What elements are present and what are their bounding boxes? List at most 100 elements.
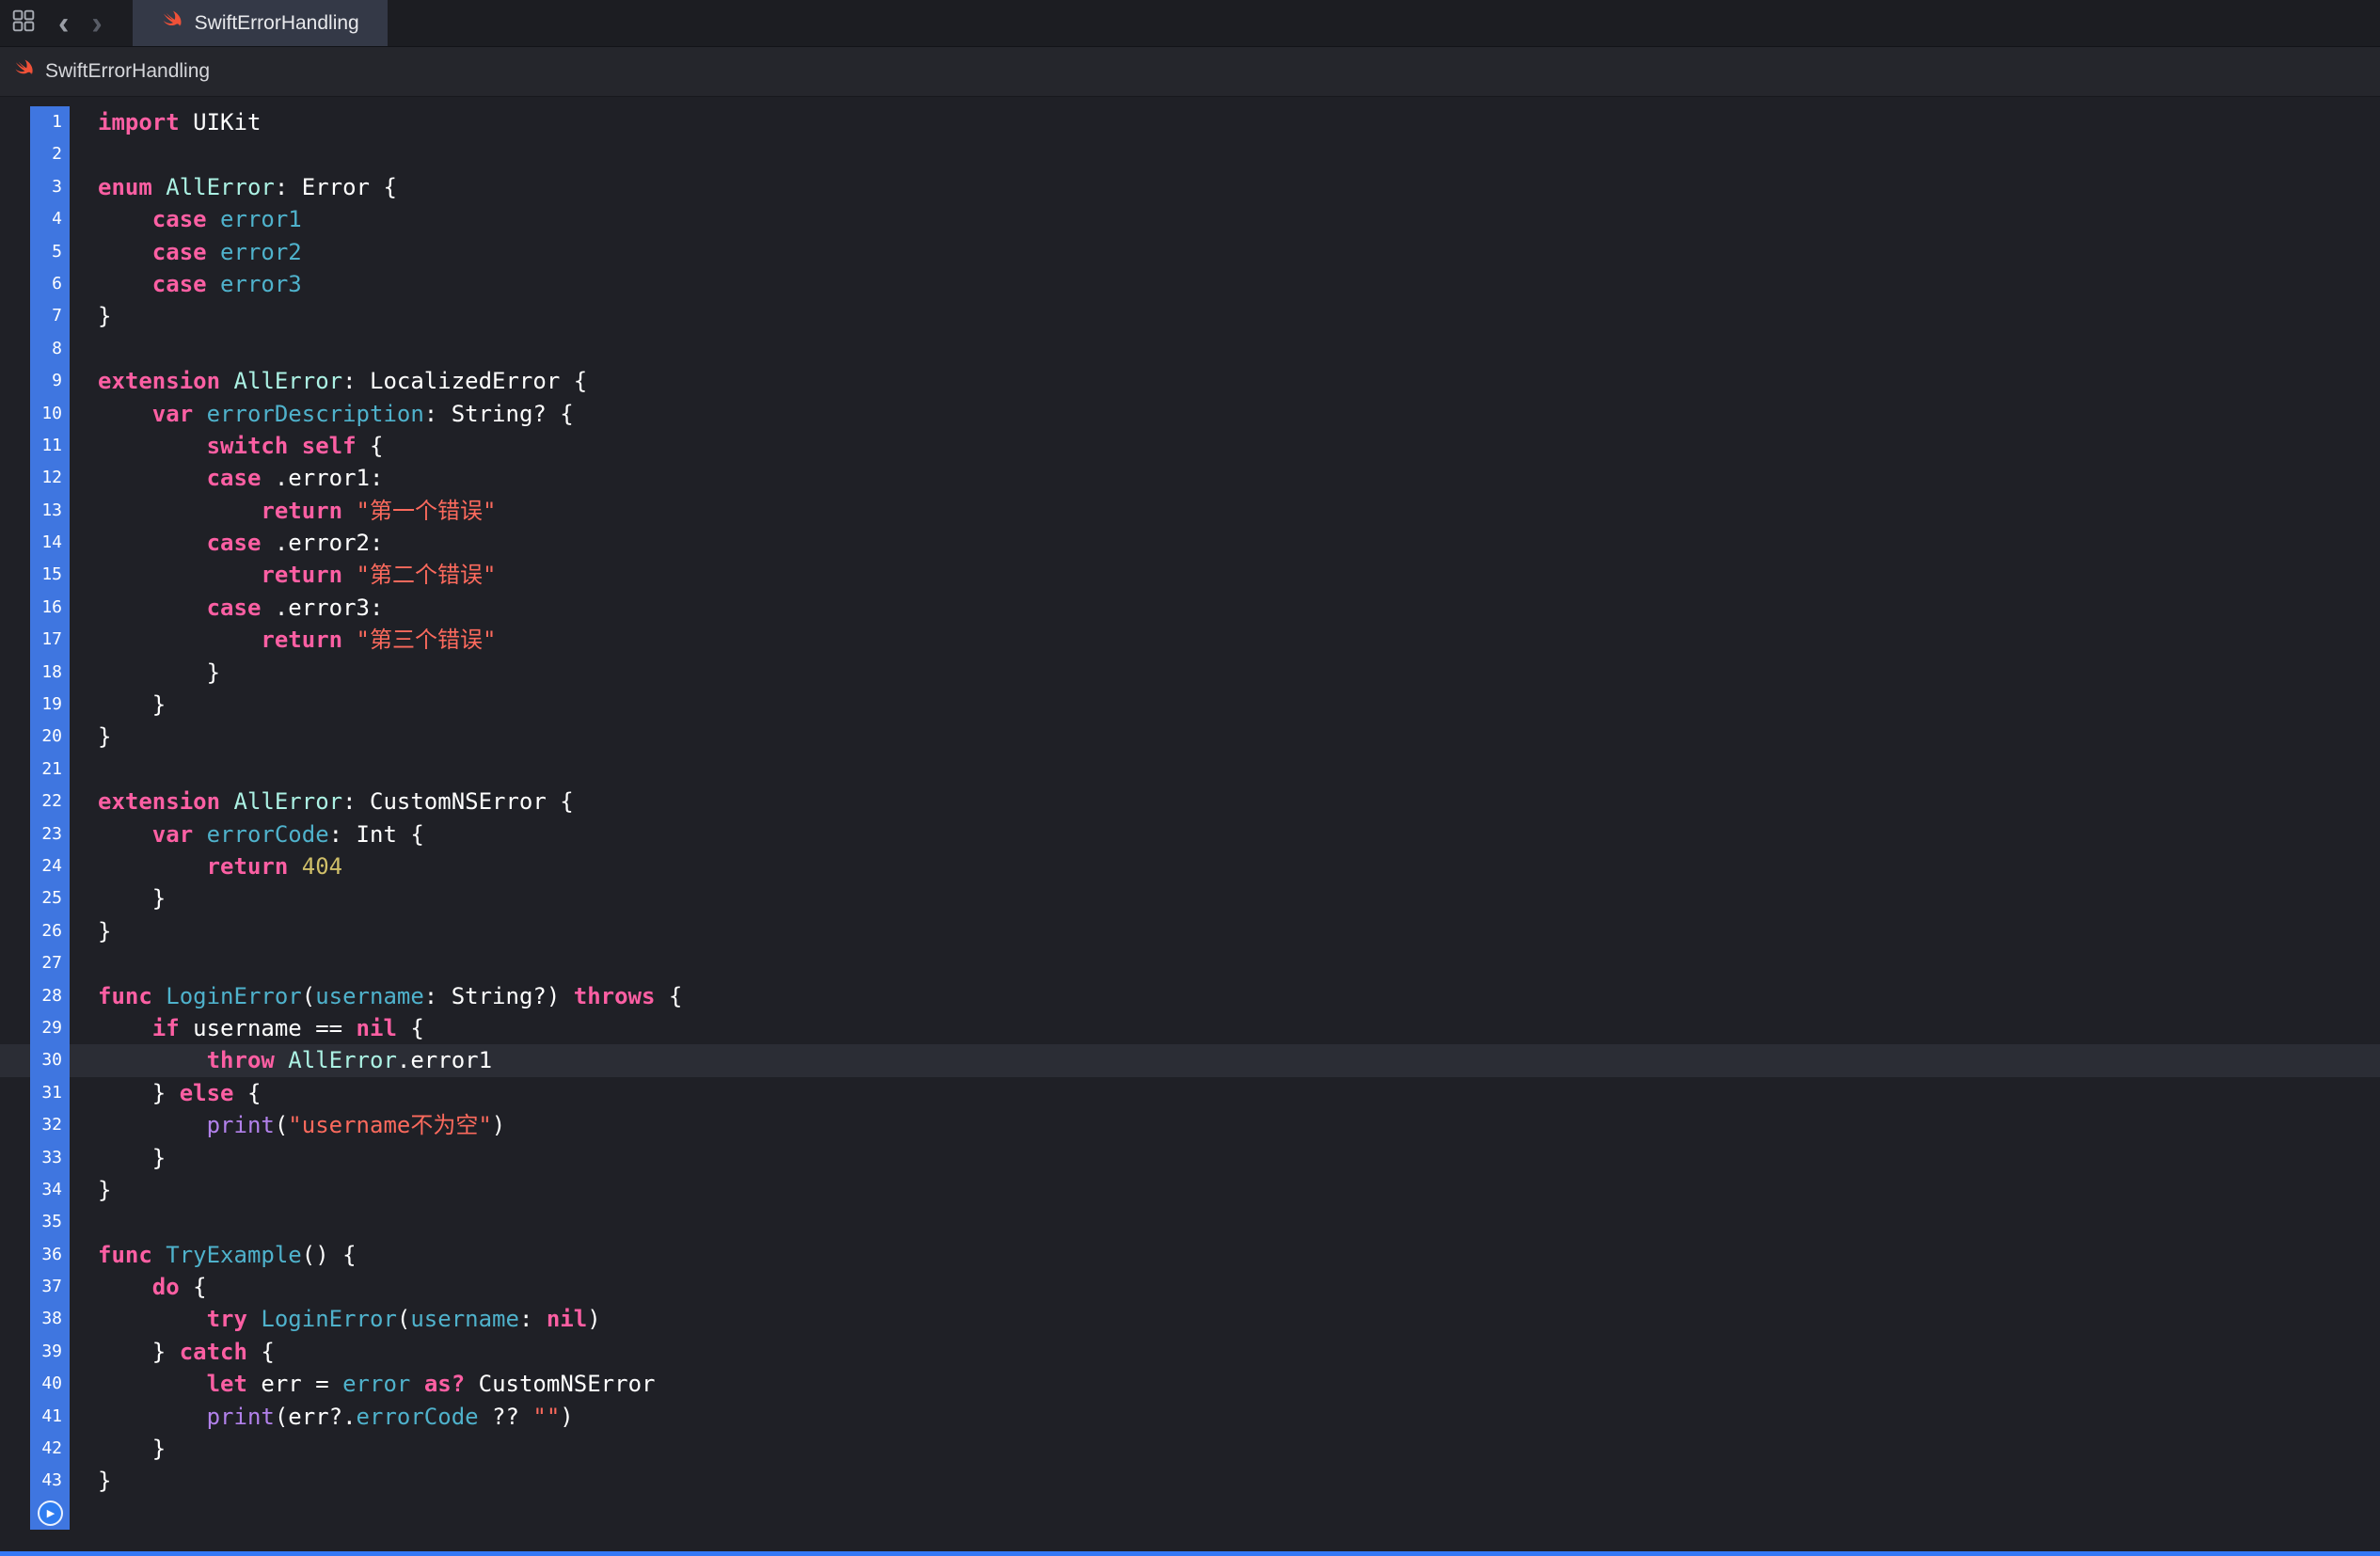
code-line[interactable]: } bbox=[70, 721, 2380, 753]
code-line[interactable]: extension AllError: CustomNSError { bbox=[70, 786, 2380, 818]
indent bbox=[98, 530, 207, 556]
line-number[interactable]: 22 bbox=[30, 786, 70, 818]
code-line[interactable]: case .error1: bbox=[70, 462, 2380, 494]
code-line[interactable]: let err = error as? CustomNSError bbox=[70, 1368, 2380, 1400]
code-line[interactable]: return 404 bbox=[70, 850, 2380, 882]
line-number[interactable]: 31 bbox=[30, 1077, 70, 1109]
code-line[interactable]: switch self { bbox=[70, 430, 2380, 462]
gutter-margin bbox=[0, 689, 30, 721]
code-line[interactable]: try LoginError(username: nil) bbox=[70, 1303, 2380, 1335]
code-line[interactable]: if username == nil { bbox=[70, 1012, 2380, 1044]
line-number[interactable]: 40 bbox=[30, 1368, 70, 1400]
code-line[interactable]: case .error3: bbox=[70, 592, 2380, 624]
line-number[interactable]: 5 bbox=[30, 236, 70, 268]
code-line[interactable]: } bbox=[70, 1174, 2380, 1206]
line-number[interactable]: 19 bbox=[30, 689, 70, 721]
code-line[interactable] bbox=[70, 1498, 2380, 1530]
code-line[interactable]: } bbox=[70, 1433, 2380, 1465]
code-line[interactable]: case error3 bbox=[70, 268, 2380, 300]
line-number[interactable]: 27 bbox=[30, 947, 70, 979]
code-line[interactable]: do { bbox=[70, 1271, 2380, 1303]
code-line[interactable]: } else { bbox=[70, 1077, 2380, 1109]
code-line[interactable]: case .error2: bbox=[70, 527, 2380, 559]
code-line[interactable]: var errorCode: Int { bbox=[70, 818, 2380, 850]
line-number[interactable]: 37 bbox=[30, 1271, 70, 1303]
line-number[interactable]: 14 bbox=[30, 527, 70, 559]
run-button[interactable]: ▶ bbox=[38, 1500, 63, 1526]
line-number[interactable]: 41 bbox=[30, 1401, 70, 1433]
code-line[interactable]: } bbox=[70, 1465, 2380, 1497]
line-number[interactable]: 34 bbox=[30, 1174, 70, 1206]
code-line[interactable] bbox=[70, 947, 2380, 979]
code-line[interactable]: extension AllError: LocalizedError { bbox=[70, 365, 2380, 397]
code-line[interactable]: var errorDescription: String? { bbox=[70, 398, 2380, 430]
code-area[interactable]: 1import UIKit23enum AllError: Error {4 c… bbox=[0, 106, 2380, 1530]
code-line[interactable]: } bbox=[70, 689, 2380, 721]
line-number[interactable]: 15 bbox=[30, 559, 70, 591]
line-number[interactable]: 10 bbox=[30, 398, 70, 430]
code-line[interactable]: import UIKit bbox=[70, 106, 2380, 138]
line-number[interactable]: 43 bbox=[30, 1465, 70, 1497]
line-number[interactable]: 28 bbox=[30, 980, 70, 1012]
code-line[interactable]: } bbox=[70, 1142, 2380, 1174]
code-line[interactable] bbox=[70, 754, 2380, 786]
line-number[interactable]: 1 bbox=[30, 106, 70, 138]
line-number[interactable]: 8 bbox=[30, 333, 70, 365]
line-number[interactable]: 35 bbox=[30, 1206, 70, 1238]
back-button[interactable]: ‹ bbox=[47, 0, 80, 46]
code-line[interactable]: } catch { bbox=[70, 1336, 2380, 1368]
line-number[interactable]: 26 bbox=[30, 915, 70, 947]
line-number[interactable]: 23 bbox=[30, 818, 70, 850]
line-number[interactable]: 16 bbox=[30, 592, 70, 624]
code-token: error bbox=[342, 1371, 410, 1397]
line-number[interactable]: 38 bbox=[30, 1303, 70, 1335]
line-number[interactable]: 7 bbox=[30, 300, 70, 332]
line-number[interactable]: 18 bbox=[30, 657, 70, 689]
code-line[interactable]: throw AllError.error1 bbox=[70, 1044, 2380, 1076]
code-line[interactable]: func LoginError(username: String?) throw… bbox=[70, 980, 2380, 1012]
line-number[interactable]: 25 bbox=[30, 882, 70, 914]
line-number[interactable]: 9 bbox=[30, 365, 70, 397]
code-line[interactable]: print("username不为空") bbox=[70, 1109, 2380, 1141]
code-line[interactable] bbox=[70, 333, 2380, 365]
line-number[interactable]: 13 bbox=[30, 495, 70, 527]
code-line[interactable]: return "第三个错误" bbox=[70, 624, 2380, 656]
code-line[interactable]: case error1 bbox=[70, 203, 2380, 235]
forward-button[interactable]: › bbox=[80, 0, 113, 46]
line-number[interactable]: 20 bbox=[30, 721, 70, 753]
indent bbox=[98, 1339, 152, 1365]
code-line[interactable]: case error2 bbox=[70, 236, 2380, 268]
line-number[interactable]: 39 bbox=[30, 1336, 70, 1368]
line-number[interactable]: 17 bbox=[30, 624, 70, 656]
line-number[interactable]: 6 bbox=[30, 268, 70, 300]
line-number[interactable]: 33 bbox=[30, 1142, 70, 1174]
line-number[interactable]: 2 bbox=[30, 138, 70, 170]
line-number[interactable]: 30 bbox=[30, 1044, 70, 1076]
line-number[interactable]: 32 bbox=[30, 1109, 70, 1141]
code-line[interactable]: } bbox=[70, 300, 2380, 332]
code-line[interactable]: enum AllError: Error { bbox=[70, 171, 2380, 203]
line-number[interactable]: 4 bbox=[30, 203, 70, 235]
line-number[interactable]: 12 bbox=[30, 462, 70, 494]
line-number[interactable]: 42 bbox=[30, 1433, 70, 1465]
code-line[interactable]: print(err?.errorCode ?? "") bbox=[70, 1401, 2380, 1433]
line-number[interactable]: 29 bbox=[30, 1012, 70, 1044]
indent bbox=[98, 562, 261, 588]
code-line[interactable]: return "第一个错误" bbox=[70, 495, 2380, 527]
code-line[interactable]: return "第二个错误" bbox=[70, 559, 2380, 591]
line-number[interactable]: 3 bbox=[30, 171, 70, 203]
code-line[interactable] bbox=[70, 138, 2380, 170]
line-number[interactable]: 11 bbox=[30, 430, 70, 462]
tab-swifterrorhandling[interactable]: SwiftErrorHandling bbox=[133, 0, 388, 46]
code-line[interactable]: func TryExample() { bbox=[70, 1239, 2380, 1271]
line-number[interactable]: 36 bbox=[30, 1239, 70, 1271]
code-line[interactable] bbox=[70, 1206, 2380, 1238]
code-line[interactable]: } bbox=[70, 915, 2380, 947]
gutter-margin bbox=[0, 365, 30, 397]
window-overview-button[interactable] bbox=[0, 0, 47, 46]
line-number[interactable]: 21 bbox=[30, 754, 70, 786]
line-number[interactable]: 24 bbox=[30, 850, 70, 882]
jump-bar[interactable]: SwiftErrorHandling bbox=[0, 47, 2380, 97]
code-line[interactable]: } bbox=[70, 657, 2380, 689]
code-line[interactable]: } bbox=[70, 882, 2380, 914]
